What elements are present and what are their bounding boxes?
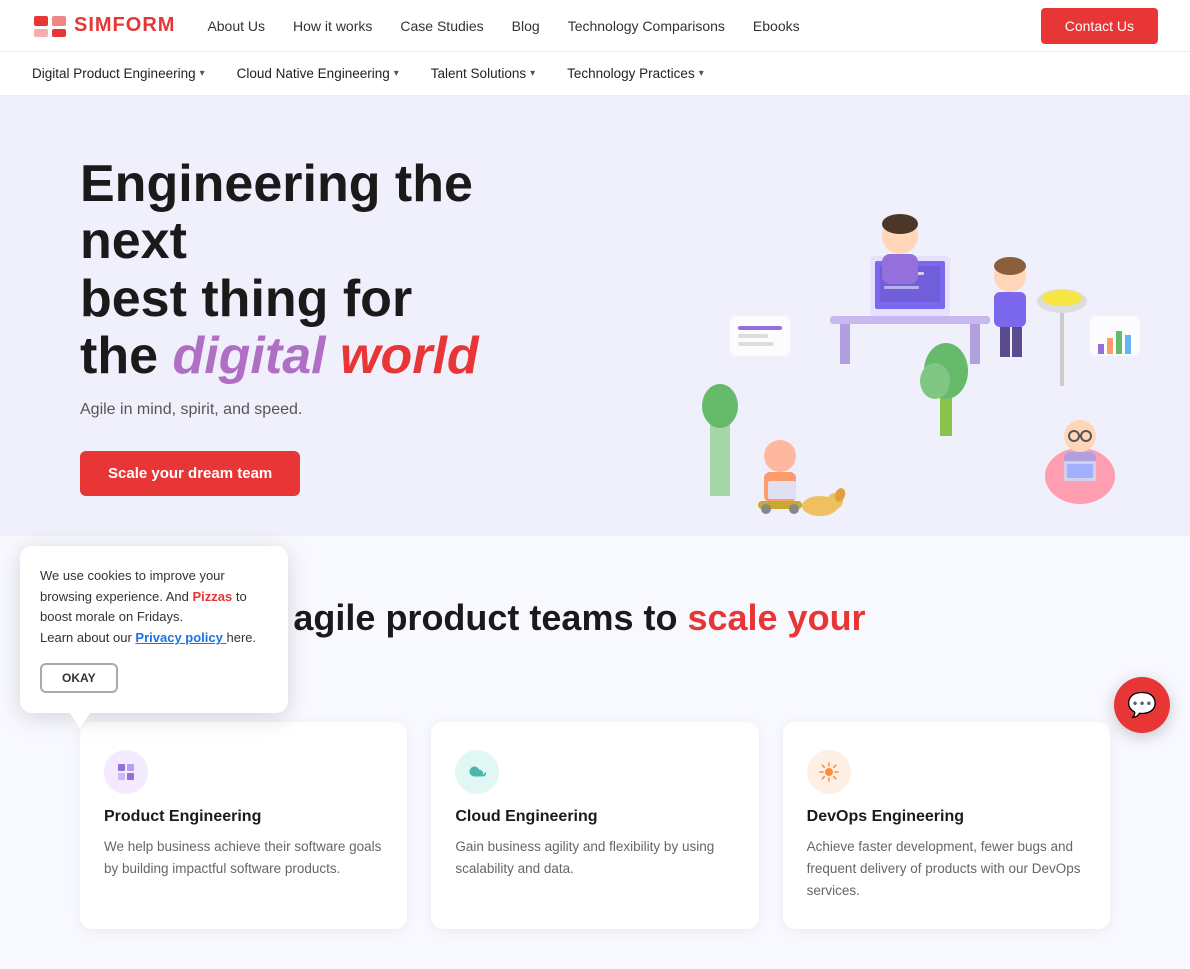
cookie-learn-text: Learn about our bbox=[40, 630, 132, 645]
hero-subtitle: Agile in mind, spirit, and speed. bbox=[80, 401, 560, 419]
hero-section: Engineering the next best thing for the … bbox=[0, 96, 1190, 536]
nav-about-us[interactable]: About Us bbox=[207, 18, 265, 34]
card-1-desc: We help business achieve their software … bbox=[104, 836, 383, 879]
subnav-technology-practices[interactable]: Technology Practices ▾ bbox=[567, 66, 704, 81]
cookie-pizza-text: Pizzas bbox=[193, 589, 233, 604]
card-2-title: Cloud Engineering bbox=[455, 808, 734, 826]
nav-case-studies[interactable]: Case Studies bbox=[400, 18, 483, 34]
cookie-privacy-link[interactable]: Privacy policy bbox=[135, 630, 226, 645]
chat-icon: 💬 bbox=[1127, 691, 1157, 720]
card-3-title: DevOps Engineering bbox=[807, 808, 1086, 826]
card-1-title: Product Engineering bbox=[104, 808, 383, 826]
product-engineering-icon bbox=[104, 750, 148, 794]
simform-logo-icon bbox=[32, 12, 68, 40]
chat-widget-button[interactable]: 💬 bbox=[1114, 677, 1170, 733]
sub-navigation: Digital Product Engineering ▾ Cloud Nati… bbox=[0, 52, 1190, 96]
hero-illustration bbox=[630, 116, 1150, 536]
card-3-desc: Achieve faster development, fewer bugs a… bbox=[807, 836, 1086, 901]
card-devops-engineering: DevOps Engineering Achieve faster develo… bbox=[783, 722, 1110, 929]
nav-how-it-works[interactable]: How it works bbox=[293, 18, 372, 34]
cookie-banner: We use cookies to improve your browsing … bbox=[20, 546, 288, 713]
nav-technology-comparisons[interactable]: Technology Comparisons bbox=[568, 18, 725, 34]
subnav-cloud-native[interactable]: Cloud Native Engineering ▾ bbox=[237, 66, 399, 81]
card-product-engineering: Product Engineering We help business ach… bbox=[80, 722, 407, 929]
card-2-desc: Gain business agility and flexibility by… bbox=[455, 836, 734, 879]
subnav-digital-product[interactable]: Digital Product Engineering ▾ bbox=[32, 66, 205, 81]
nav-ebooks[interactable]: Ebooks bbox=[753, 18, 800, 34]
top-nav-links: About Us How it works Case Studies Blog … bbox=[207, 8, 1158, 44]
cookie-link-suffix: here. bbox=[227, 630, 257, 645]
subnav-talent-solutions[interactable]: Talent Solutions ▾ bbox=[431, 66, 535, 81]
hero-content: Engineering the next best thing for the … bbox=[80, 156, 560, 496]
chevron-down-icon: ▾ bbox=[200, 68, 205, 79]
scale-team-button[interactable]: Scale your dream team bbox=[80, 451, 300, 496]
cookie-okay-button[interactable]: OKAY bbox=[40, 663, 118, 693]
logo[interactable]: SIMFORM bbox=[32, 12, 175, 40]
card-cloud-engineering: Cloud Engineering Gain business agility … bbox=[431, 722, 758, 929]
cloud-engineering-icon bbox=[455, 750, 499, 794]
logo-text: SIMFORM bbox=[74, 14, 175, 37]
top-navigation: SIMFORM About Us How it works Case Studi… bbox=[0, 0, 1190, 52]
cards-row: Product Engineering We help business ach… bbox=[0, 722, 1190, 969]
chevron-down-icon: ▾ bbox=[530, 68, 535, 79]
hero-title: Engineering the next best thing for the … bbox=[80, 156, 560, 385]
chevron-down-icon: ▾ bbox=[699, 68, 704, 79]
contact-us-button[interactable]: Contact Us bbox=[1041, 8, 1158, 44]
devops-engineering-icon bbox=[807, 750, 851, 794]
nav-blog[interactable]: Blog bbox=[512, 18, 540, 34]
chevron-down-icon: ▾ bbox=[394, 68, 399, 79]
